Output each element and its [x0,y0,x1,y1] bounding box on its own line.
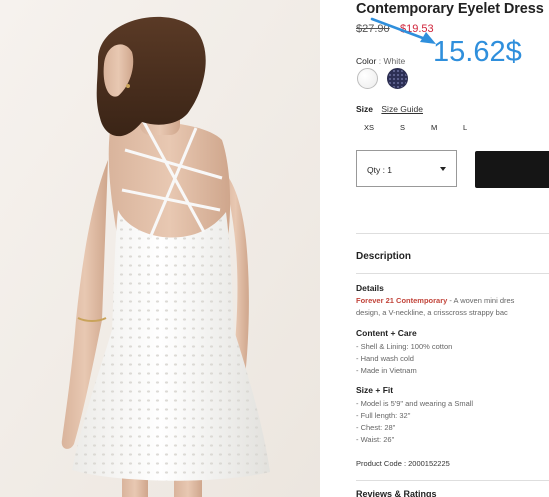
color-label-row: Color : White [356,56,405,66]
product-details-panel: Contemporary Eyelet Dress $27.90 $19.53 … [356,0,549,497]
brand-name: Forever 21 Contemporary [356,296,448,305]
description-heading[interactable]: Description [356,251,411,262]
size-fit-item: - Full length: 32" [356,411,411,420]
product-title: Contemporary Eyelet Dress [356,1,544,17]
size-fit-item: - Model is 5'9" and wearing a Small [356,399,474,408]
annotated-price: 15.62$ [433,36,522,68]
size-label-row: Size Size Guide [356,104,423,114]
content-item: - Shell & Lining: 100% cotton [356,342,453,351]
color-separator: : [378,56,382,66]
reviews-heading[interactable]: Reviews & Ratings [356,489,437,497]
size-fit-item: - Waist: 26" [356,435,395,444]
quantity-value: Qty : 1 [367,165,393,175]
product-code: Product Code : 2000152225 [356,459,450,468]
content-care-heading: Content + Care [356,328,417,338]
size-fit-item: - Chest: 28" [356,423,396,432]
size-fit-heading: Size + Fit [356,385,394,395]
arrow-icon [370,17,436,44]
add-to-bag-button[interactable] [475,151,549,188]
divider [356,273,549,274]
chevron-down-icon [440,167,446,171]
content-item: - Made in Vietnam [356,366,417,375]
product-photo[interactable] [0,0,320,497]
size-option-m[interactable]: M [431,123,437,132]
content-item: - Hand wash cold [356,354,414,363]
details-heading: Details [356,283,384,293]
size-guide-link[interactable]: Size Guide [381,104,423,114]
color-label: Color [356,56,377,66]
product-photo-illustration [0,0,320,497]
size-label: Size [356,104,374,114]
color-swatch-navy[interactable] [387,68,408,89]
size-option-l[interactable]: L [463,123,467,132]
size-option-s[interactable]: S [400,123,405,132]
size-option-xs[interactable]: XS [364,123,374,132]
details-text-line-2: design, a V-neckline, a crisscross strap… [356,308,508,317]
divider [356,233,549,234]
quantity-select[interactable]: Qty : 1 [356,150,457,187]
details-text-line-1: Forever 21 Contemporary - A woven mini d… [356,296,515,305]
divider [356,480,549,481]
selected-color-value: White [383,56,406,66]
color-swatch-white[interactable] [357,68,378,89]
